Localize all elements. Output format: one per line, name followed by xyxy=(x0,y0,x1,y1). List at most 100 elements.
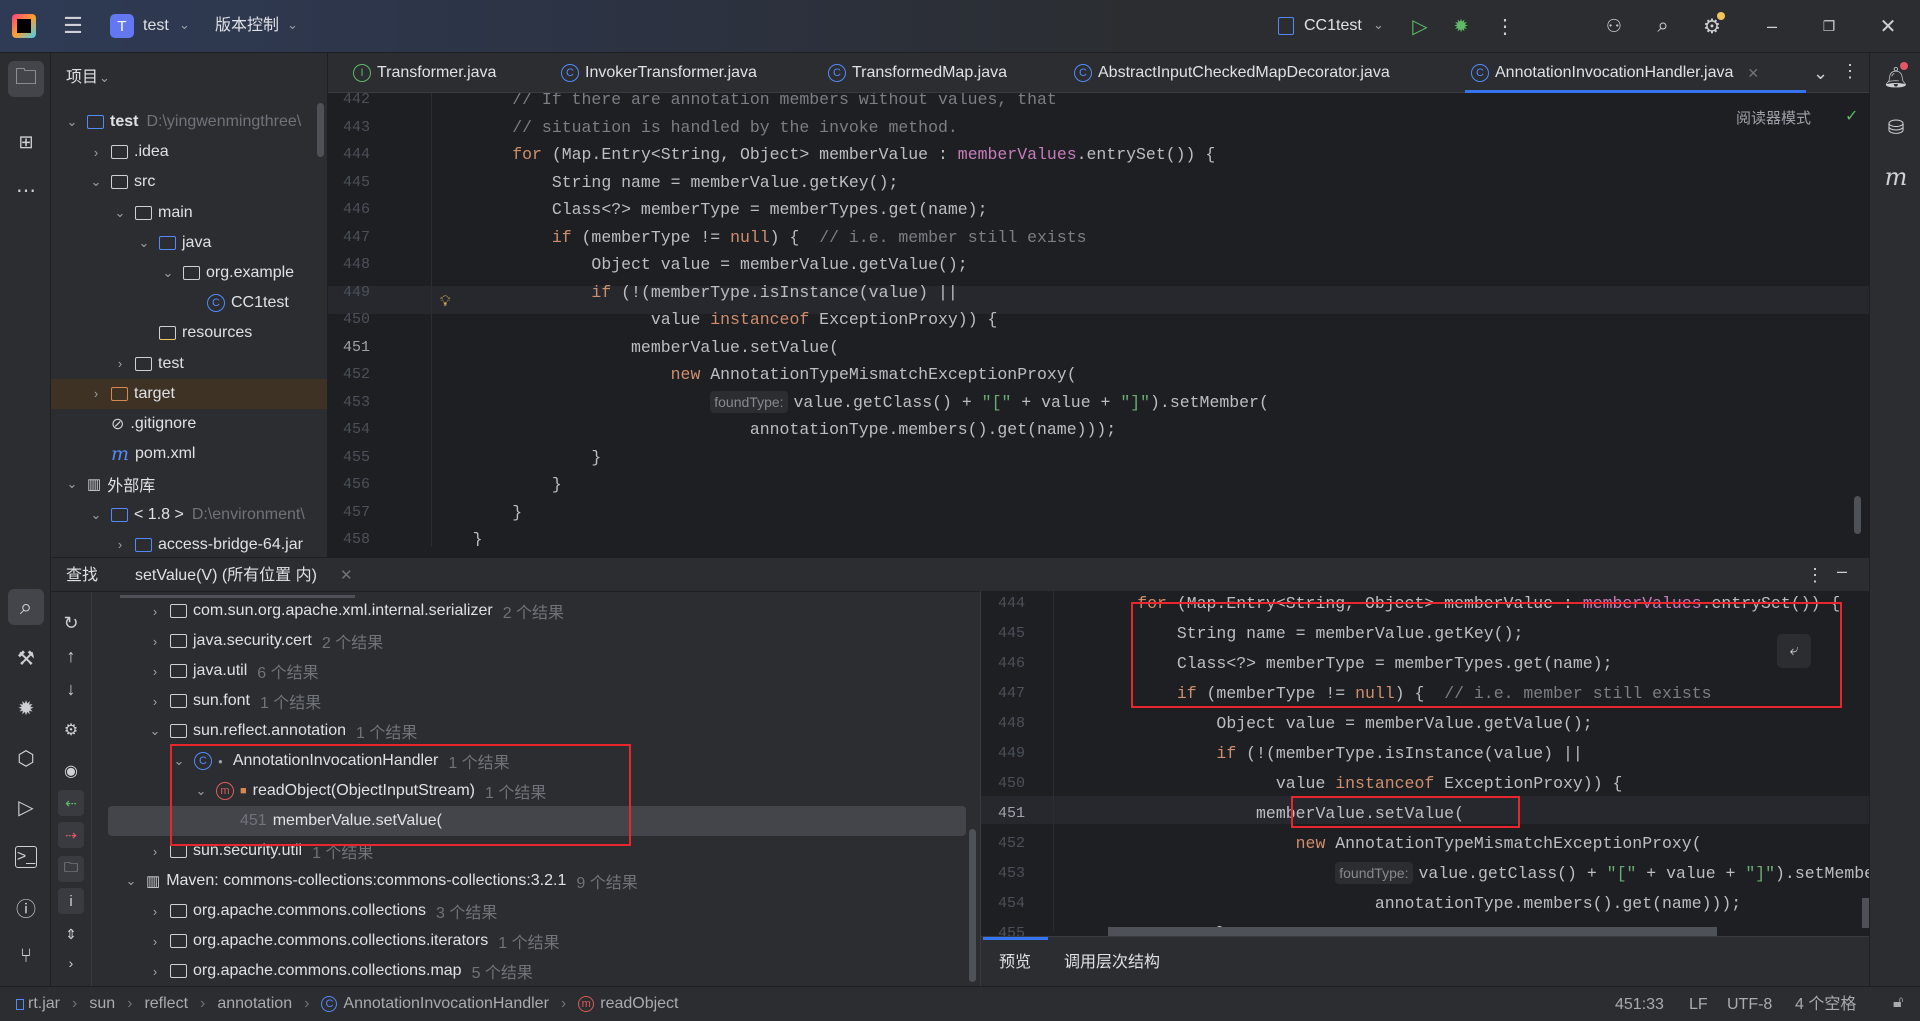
read-only-lock-icon[interactable]: 🔓︎ xyxy=(1893,995,1903,1011)
project-scrollbar[interactable] xyxy=(317,103,324,157)
chevron-down-icon[interactable]: ⌄ xyxy=(148,723,162,739)
chevron-down-icon[interactable]: ⌄ xyxy=(89,507,103,523)
breadcrumb-item[interactable]: rt.jar xyxy=(28,995,60,1013)
project-tree-item[interactable]: ⌄ main xyxy=(113,198,193,228)
debug-bug-icon[interactable]: ✹ xyxy=(12,694,40,722)
vcs-menu[interactable]: 版本控制 xyxy=(215,18,279,34)
editor-tab[interactable]: I Transformer.java xyxy=(353,58,496,88)
chevron-down-icon[interactable]: ⌄ xyxy=(65,114,79,130)
search-everywhere-icon[interactable]: ⌕ xyxy=(1651,14,1675,38)
find-result-item[interactable]: › org.apache.commons.collections 3 个结果 xyxy=(148,896,498,926)
close-window-icon[interactable]: ✕ xyxy=(1876,14,1900,38)
project-tree-item[interactable]: › access-bridge-64.jar xyxy=(113,530,303,557)
inspection-ok-check-icon[interactable]: ✓ xyxy=(1845,109,1858,125)
chevron-down-icon[interactable]: ⌄ xyxy=(65,476,79,492)
chevron-right-icon[interactable]: › xyxy=(148,964,162,979)
preview-tab[interactable]: 预览 xyxy=(999,955,1031,971)
file-encoding[interactable]: UTF-8 xyxy=(1727,997,1772,1013)
find-result-item[interactable]: ⌄ ▥ Maven: commons-collections:commons-col… xyxy=(124,866,638,896)
chevron-right-icon[interactable]: › xyxy=(148,904,162,919)
chevron-down-icon[interactable]: ⌄ xyxy=(113,205,127,221)
project-tree-item[interactable]: ⌄ java xyxy=(137,228,212,258)
show-read-access-icon[interactable]: ⇠ xyxy=(58,790,84,816)
project-folder-icon[interactable]: 🗀 xyxy=(12,64,40,93)
chevron-right-icon[interactable]: › xyxy=(148,844,162,859)
settings-icon[interactable]: ⚙ xyxy=(58,717,84,743)
call-hierarchy-tab[interactable]: 调用层次结构 xyxy=(1064,955,1160,971)
project-tree-item[interactable]: resources xyxy=(137,318,252,348)
breadcrumb-item[interactable]: annotation xyxy=(217,995,292,1013)
chevron-down-icon[interactable]: ⌄ xyxy=(1373,18,1384,31)
chevron-down-icon[interactable]: ⌄ xyxy=(287,18,298,31)
tabs-more-icon[interactable]: ⋮ xyxy=(1841,61,1859,82)
find-result-item[interactable]: › com.sun.org.apache.xml.internal.seriali… xyxy=(148,596,564,626)
add-user-icon[interactable]: ⚇ xyxy=(1602,14,1626,38)
chevron-down-icon[interactable]: ⌄ xyxy=(99,71,110,84)
info-icon[interactable]: i xyxy=(58,888,84,914)
project-tree-item[interactable]: ⌄ org.example xyxy=(161,258,295,288)
close-tab-icon[interactable]: ✕ xyxy=(1747,65,1759,82)
maven-icon[interactable]: m xyxy=(1882,163,1910,191)
chevron-down-icon[interactable]: ⌄ xyxy=(124,873,138,889)
restore-icon[interactable]: ❐ xyxy=(1817,14,1841,38)
editor-scrollbar[interactable] xyxy=(1854,496,1861,534)
chevron-right-icon[interactable]: › xyxy=(148,934,162,949)
more-actions-icon[interactable]: ⋮ xyxy=(1493,14,1517,38)
more-chevron-icon[interactable]: › xyxy=(58,950,84,976)
project-tree-item[interactable]: ⊘ .gitignore xyxy=(89,409,196,439)
previous-occurrence-icon[interactable]: ↑ xyxy=(58,643,84,669)
panel-options-icon[interactable]: ⋮ xyxy=(1806,566,1824,584)
editor-tab[interactable]: C AnnotationInvocationHandler.java ✕ xyxy=(1471,58,1759,88)
breadcrumb-item[interactable]: AnnotationInvocationHandler xyxy=(343,995,548,1013)
problems-icon[interactable]: ⓘ xyxy=(12,893,40,921)
find-result-item[interactable]: ⌄ sun.reflect.annotation 1 个结果 xyxy=(148,716,418,746)
project-name[interactable]: test xyxy=(143,18,169,34)
structure-icon[interactable]: ⊞ xyxy=(12,128,40,156)
chevron-right-icon[interactable]: › xyxy=(113,356,127,371)
find-result-item[interactable]: › java.util 6 个结果 xyxy=(148,656,319,686)
editor-tab[interactable]: C InvokerTransformer.java xyxy=(561,58,757,88)
indent-setting[interactable]: 4 个空格 xyxy=(1795,997,1856,1013)
tree-scrollbar[interactable] xyxy=(969,829,976,982)
minimize-icon[interactable]: – xyxy=(1760,14,1784,38)
reader-mode-toggle[interactable]: 阅读器模式 xyxy=(1736,111,1811,126)
find-tool-icon[interactable]: ⌕ xyxy=(12,593,40,621)
chevron-right-icon[interactable]: › xyxy=(148,604,162,619)
lightbulb-icon[interactable]: 💡︎ xyxy=(440,293,451,310)
chevron-down-icon[interactable]: ⌄ xyxy=(89,174,103,190)
project-tree-item[interactable]: ⌄ ▥ 外部库 xyxy=(65,469,156,499)
find-result-item[interactable]: › java.security.cert 2 个结果 xyxy=(148,626,383,656)
group-by-directory-icon[interactable]: 🗀 xyxy=(58,856,84,882)
run-icon[interactable]: ▷ xyxy=(1408,14,1432,38)
run-tool-icon[interactable]: ▷ xyxy=(12,793,40,821)
breadcrumb-item[interactable]: reflect xyxy=(144,995,188,1013)
find-result-item[interactable]: › org.apache.commons.collections.map 5 个结果 xyxy=(148,956,533,986)
chevron-down-icon[interactable]: ⌄ xyxy=(179,18,190,31)
build-hammer-icon[interactable]: ⚒ xyxy=(12,644,40,672)
project-tree-item[interactable]: ⌄ src xyxy=(89,167,156,197)
code-area[interactable]: 442 // If there are annotation members w… xyxy=(328,93,1869,546)
chevron-right-icon[interactable]: › xyxy=(148,664,162,679)
rerun-icon[interactable]: ↻ xyxy=(58,610,84,636)
chevron-right-icon[interactable]: › xyxy=(89,386,103,401)
close-tab-icon[interactable]: ✕ xyxy=(340,568,353,583)
tabs-dropdown-chevron-icon[interactable]: ⌄ xyxy=(1813,63,1828,84)
find-result-item[interactable]: › sun.font 1 个结果 xyxy=(148,686,321,716)
show-write-access-icon[interactable]: ⇢ xyxy=(58,822,84,848)
project-tree-item[interactable]: ⌄ test D:\yingwenmingthree\ xyxy=(65,107,302,137)
chevron-down-icon[interactable]: ⌄ xyxy=(137,235,151,251)
project-tree-item[interactable]: › test xyxy=(113,349,184,379)
preview-h-scrollbar[interactable] xyxy=(1108,927,1717,936)
caret-position[interactable]: 451:33 xyxy=(1615,997,1664,1013)
find-results-tab[interactable]: setValue(V) (所有位置 内) xyxy=(135,568,317,584)
breadcrumb-item[interactable]: sun xyxy=(89,995,115,1013)
chevron-down-icon[interactable]: ⌄ xyxy=(161,265,175,281)
editor-tab[interactable]: C AbstractInputCheckedMapDecorator.java xyxy=(1074,58,1390,88)
project-tree-item[interactable]: › target xyxy=(89,379,175,409)
debug-icon[interactable]: ✹ xyxy=(1449,14,1473,38)
preview-eye-icon[interactable]: ◉ xyxy=(58,758,84,784)
database-icon[interactable]: ⛁ xyxy=(1882,113,1910,141)
editor-tab[interactable]: C TransformedMap.java xyxy=(828,58,1007,88)
chevron-right-icon[interactable]: › xyxy=(89,145,103,160)
line-separator[interactable]: LF xyxy=(1689,997,1708,1013)
